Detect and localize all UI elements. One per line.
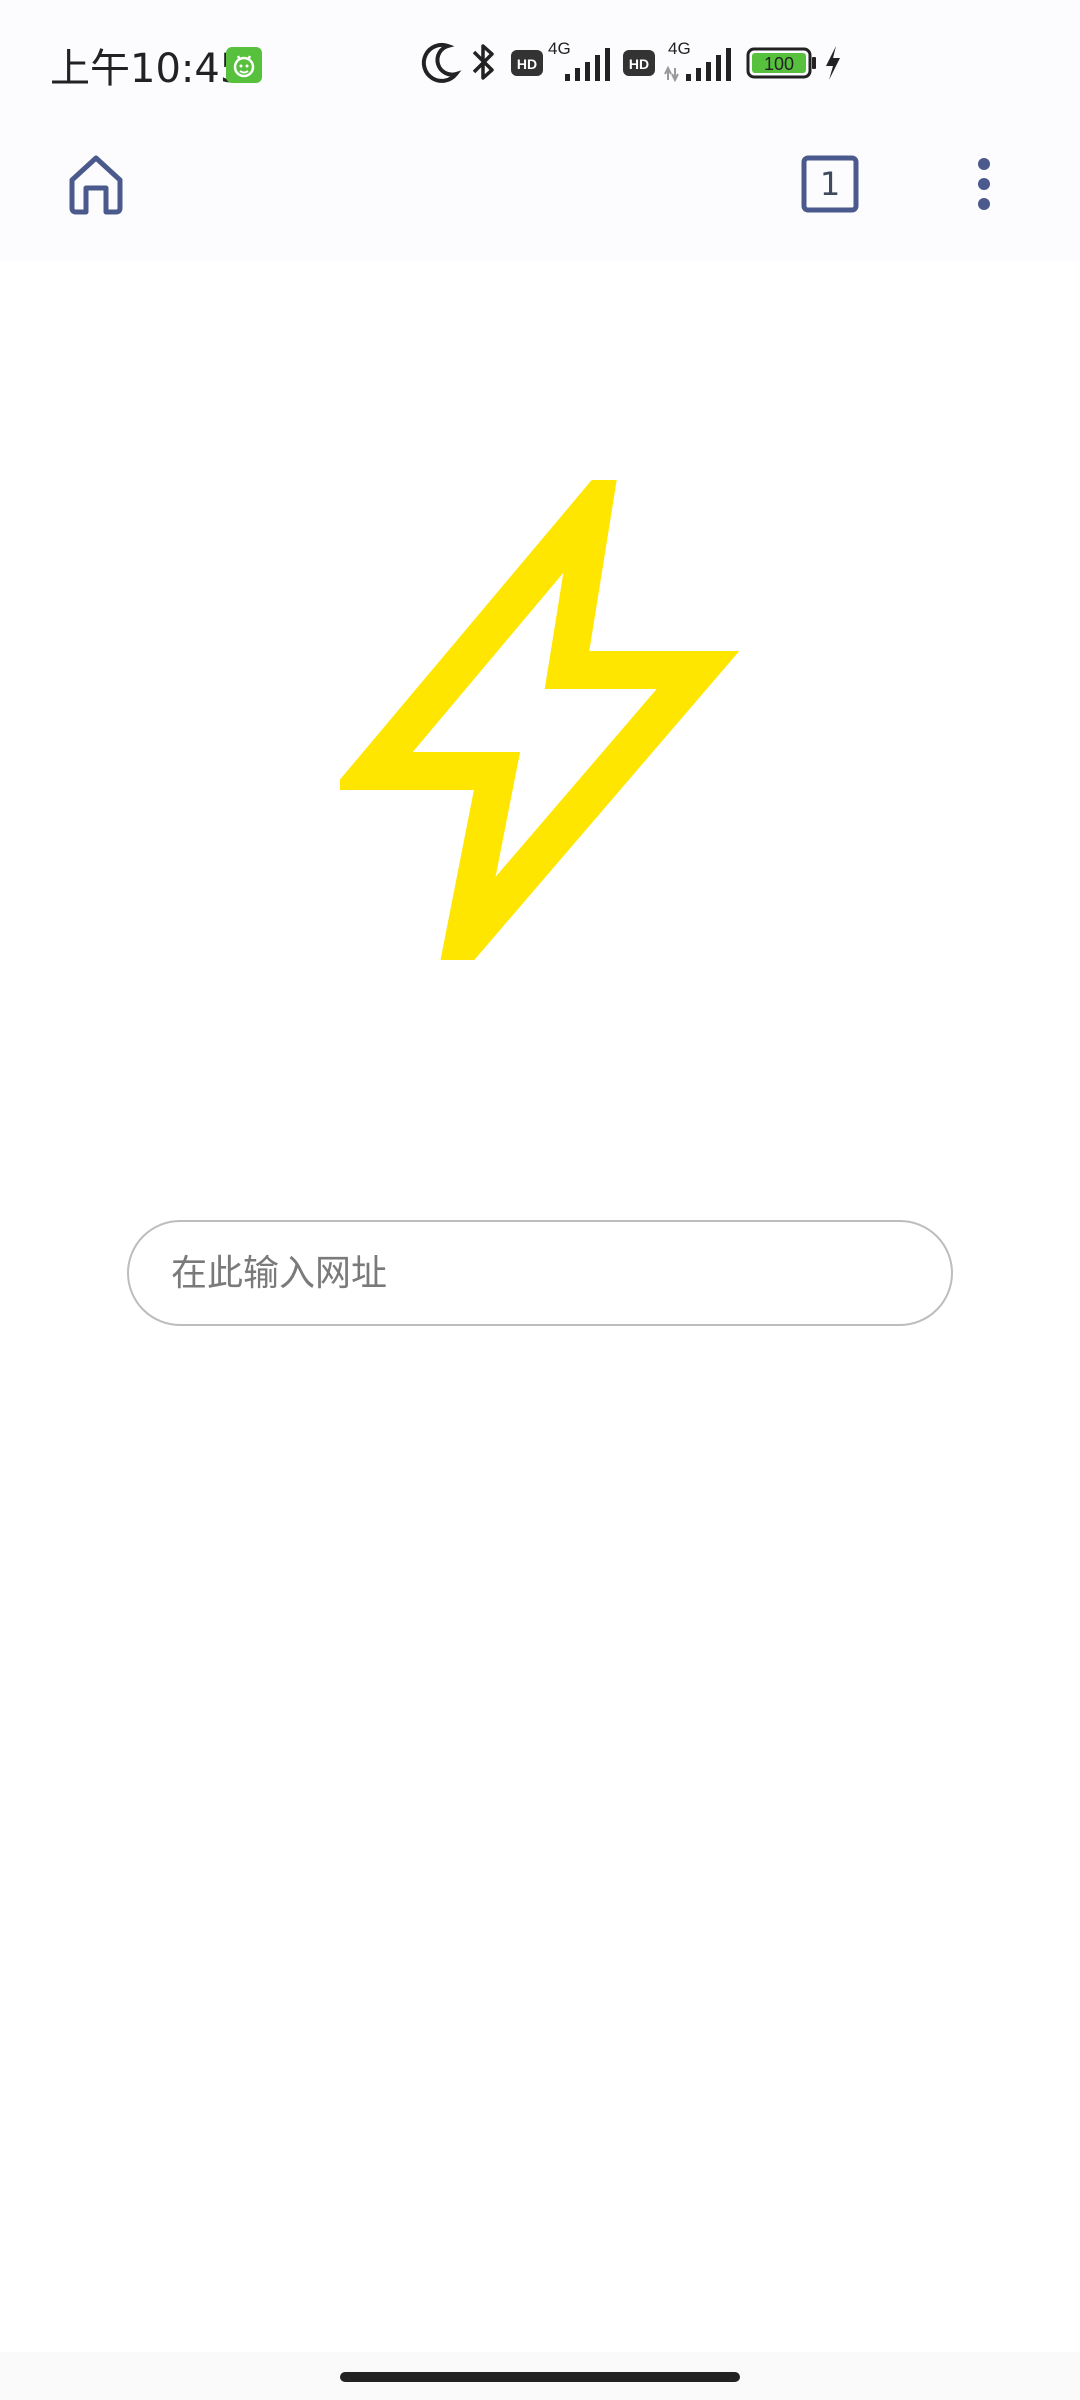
network-1-label: 4G xyxy=(548,39,571,58)
more-vert-icon xyxy=(978,158,990,210)
status-time: 上午10:45 xyxy=(50,46,246,92)
url-bar xyxy=(127,1220,953,1326)
browser-toolbar: 1 xyxy=(0,110,1080,262)
home-icon xyxy=(69,155,123,215)
tab-count: 1 xyxy=(819,165,841,203)
android-robot-icon xyxy=(226,47,262,83)
hd-icon: HD xyxy=(623,50,655,76)
lightning-bolt-icon xyxy=(340,480,740,960)
moon-icon xyxy=(421,42,462,83)
battery-level: 100 xyxy=(764,54,794,74)
status-bar: 上午10:45 HD 4G HD 4G 100 xyxy=(0,0,1080,110)
hd-label: HD xyxy=(517,56,537,72)
hd-icon: HD xyxy=(511,50,543,76)
signal-4g-icon: 4G xyxy=(664,39,731,83)
battery-icon: 100 xyxy=(746,47,816,79)
home-button[interactable] xyxy=(52,140,140,228)
bluetooth-icon xyxy=(472,44,494,80)
charging-icon xyxy=(826,46,840,80)
url-input[interactable] xyxy=(171,1222,911,1324)
hd-label: HD xyxy=(629,56,649,72)
tabs-button[interactable]: 1 xyxy=(786,140,874,228)
network-2-label: 4G xyxy=(668,39,691,58)
menu-button[interactable] xyxy=(940,140,1028,228)
signal-4g-icon: 4G xyxy=(548,39,610,81)
gesture-handle[interactable] xyxy=(340,2372,740,2382)
